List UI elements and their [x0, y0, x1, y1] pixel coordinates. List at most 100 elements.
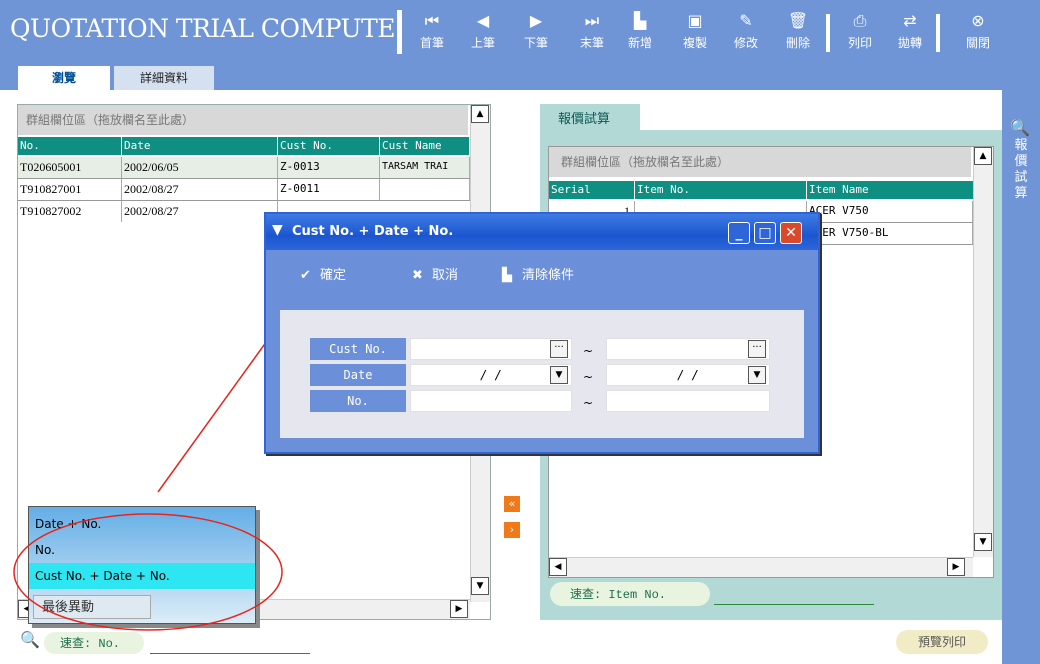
side-panel-label: 報價試算 — [1014, 138, 1028, 201]
field-label-no: No. — [310, 390, 406, 412]
field-label-cust-no: Cust No. — [310, 338, 406, 360]
transfer-icon: ⇄ — [903, 11, 917, 30]
side-panel-strip[interactable]: 🔍 報價試算 — [1002, 90, 1040, 664]
toolbar-transfer-button[interactable]: ⇄ 拋轉 — [892, 8, 928, 58]
dropdown-option-cust-date-no[interactable]: Cust No. + Date + No. — [29, 563, 255, 589]
horizontal-scrollbar[interactable]: ◀ ▶ — [549, 557, 973, 577]
toolbar-edit-button[interactable]: ✎ 修改 — [728, 8, 764, 58]
table-row[interactable]: T910827001 2002/08/27 Z-0011 — [18, 179, 470, 201]
no-to-input[interactable] — [606, 390, 770, 412]
cell-date: 2002/06/05 — [122, 157, 278, 178]
expand-panel-icon[interactable]: › — [504, 522, 520, 538]
search-icon[interactable]: 🔍 — [1010, 118, 1030, 137]
dropdown-arrow-icon[interactable]: ▼ — [550, 366, 568, 384]
cust-no-to-input[interactable] — [606, 338, 770, 360]
vertical-scrollbar[interactable]: ▲ ▼ — [973, 147, 993, 557]
scroll-up-icon[interactable]: ▲ — [471, 105, 489, 123]
sort-order-dropdown[interactable]: Date + No. No. Cust No. + Date + No. 最後異… — [28, 506, 256, 624]
toolbar-delete-label: 刪除 — [785, 36, 810, 50]
dropdown-arrow-icon[interactable]: ▼ — [748, 366, 766, 384]
toolbar-first-button[interactable]: ⏮ 首筆 — [414, 8, 450, 58]
grid-header: No. Date Cust No. Cust Name — [18, 137, 470, 155]
last-record-icon: ⏭ — [584, 11, 600, 30]
scroll-right-icon[interactable]: ▶ — [947, 558, 965, 576]
cancel-label: 取消 — [432, 268, 459, 283]
column-header-no[interactable]: No. — [18, 137, 122, 155]
scroll-up-icon[interactable]: ▲ — [974, 147, 992, 165]
toolbar-close-label: 關閉 — [965, 36, 990, 50]
table-row[interactable]: T020605001 2002/06/05 Z-0013 TARSAM TRAI — [18, 157, 470, 179]
toolbar-prev-button[interactable]: ◀ 上筆 — [465, 8, 501, 58]
scroll-down-icon[interactable]: ▼ — [471, 577, 489, 595]
column-header-item-name[interactable]: Item Name — [807, 181, 973, 199]
toolbar-add-button[interactable]: ▙ 新增 — [622, 8, 658, 58]
column-header-date[interactable]: Date — [122, 137, 278, 155]
cell-no: T910827001 — [18, 179, 122, 200]
cell-item-name: ACER V750 — [807, 201, 973, 222]
range-tilde: ~ — [582, 344, 594, 358]
scroll-down-icon[interactable]: ▼ — [974, 533, 992, 551]
clear-label: 清除條件 — [522, 268, 575, 283]
toolbar-copy-button[interactable]: ▣ 複製 — [677, 8, 713, 58]
app-title: QUOTATION TRIAL COMPUTE — [10, 14, 396, 43]
column-header-cust-name[interactable]: Cust Name — [380, 137, 470, 155]
clear-conditions-button[interactable]: ▙ 清除條件 — [502, 264, 575, 283]
dialog-form: Cust No. ··· ~ ··· Date / / ▼ ~ / / ▼ No… — [280, 310, 804, 438]
close-icon[interactable]: ✕ — [780, 222, 802, 244]
dialog-titlebar[interactable]: ▼ Cust No. + Date + No. _ □ ✕ — [266, 214, 818, 250]
toolbar-next-label: 下筆 — [523, 36, 548, 50]
tab-browse[interactable]: 瀏覽 — [18, 66, 110, 90]
group-panel-hint: 群組欄位區（拖放欄名至此處） — [549, 147, 971, 177]
cust-no-from-input[interactable] — [410, 338, 572, 360]
quick-search-input-line[interactable] — [150, 653, 310, 654]
last-modified-option[interactable]: 最後異動 — [33, 595, 151, 619]
no-from-input[interactable] — [410, 390, 572, 412]
copy-icon: ▣ — [687, 11, 703, 30]
toolbar-print-label: 列印 — [847, 36, 872, 50]
scroll-right-icon[interactable]: ▶ — [450, 600, 468, 618]
cancel-button[interactable]: ✖ 取消 — [412, 264, 459, 283]
app-header: QUOTATION TRIAL COMPUTE ⏮ 首筆 ◀ 上筆 ▶ 下筆 ⏭… — [0, 0, 1040, 66]
quick-search-no[interactable]: 速查: No. — [44, 632, 144, 654]
column-header-cust-no[interactable]: Cust No. — [278, 137, 380, 155]
toolbar-close-button[interactable]: ⊗ 關閉 — [960, 8, 996, 58]
query-dialog: ▼ Cust No. + Date + No. _ □ ✕ ✔ 確定 ✖ 取消 ▙ 清… — [264, 212, 820, 454]
column-header-serial[interactable]: Serial — [549, 181, 635, 199]
lookup-ellipsis-icon[interactable]: ··· — [748, 340, 766, 358]
maximize-icon[interactable]: □ — [754, 222, 776, 244]
cell-no: T910827002 — [18, 201, 122, 222]
close-circle-icon: ⊗ — [971, 11, 985, 30]
quick-search-item-no[interactable]: 速查: Item No. — [550, 582, 710, 606]
date-to-input[interactable]: / / — [606, 364, 770, 386]
cell-date: 2002/08/27 — [122, 201, 278, 222]
quick-search-input-line[interactable] — [714, 604, 874, 605]
dropdown-option-no[interactable]: No. — [29, 537, 255, 563]
edit-icon: ✎ — [739, 11, 753, 30]
toolbar-next-button[interactable]: ▶ 下筆 — [518, 8, 554, 58]
dropdown-option-date-no[interactable]: Date + No. — [29, 511, 255, 537]
collapse-panel-icon[interactable]: « — [504, 496, 520, 512]
toolbar-edit-label: 修改 — [733, 36, 758, 50]
new-document-icon: ▙ — [633, 11, 647, 30]
lookup-ellipsis-icon[interactable]: ··· — [550, 340, 568, 358]
toolbar-delete-button[interactable]: 🗑 刪除 — [780, 8, 816, 58]
trash-icon: 🗑 — [787, 11, 809, 30]
confirm-button[interactable]: ✔ 確定 — [300, 264, 346, 283]
clear-document-icon: ▙ — [502, 268, 512, 283]
confirm-icon: ✔ — [300, 268, 311, 283]
toolbar-separator — [936, 14, 940, 52]
tab-quote-trial[interactable]: 報價試算 — [540, 104, 640, 132]
tab-bar: 瀏覽 詳細資料 — [0, 66, 1040, 90]
scroll-left-icon[interactable]: ◀ — [549, 558, 567, 576]
cell-date: 2002/08/27 — [122, 179, 278, 200]
toolbar-last-button[interactable]: ⏭ 末筆 — [574, 8, 610, 58]
title-separator — [397, 10, 402, 54]
toolbar-print-button[interactable]: ⎙ 列印 — [842, 8, 878, 58]
tab-detail[interactable]: 詳細資料 — [114, 66, 214, 90]
minimize-icon[interactable]: _ — [728, 222, 750, 244]
date-from-input[interactable]: / / — [410, 364, 572, 386]
cell-no: T020605001 — [18, 157, 122, 178]
column-header-item-no[interactable]: Item No. — [635, 181, 807, 199]
search-icon[interactable]: 🔍 — [20, 630, 40, 649]
preview-print-button[interactable]: 預覽列印 — [896, 630, 988, 654]
